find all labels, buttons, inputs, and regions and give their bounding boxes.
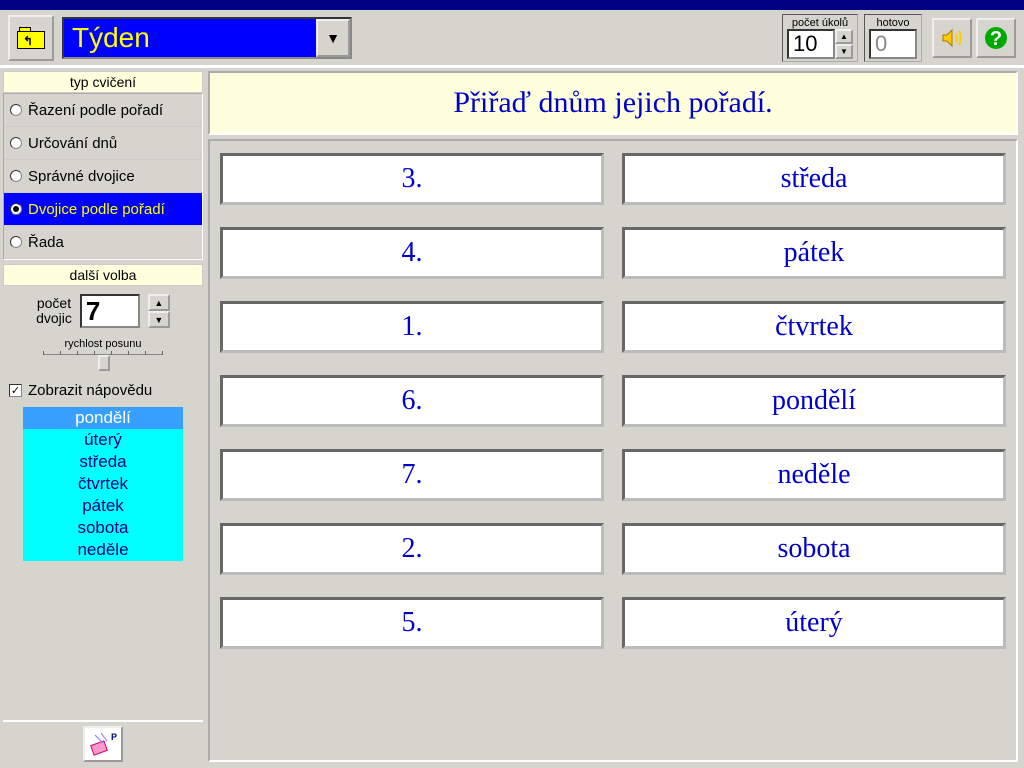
help-icon: ? <box>983 25 1009 51</box>
speaker-icon <box>940 26 964 50</box>
eraser-button[interactable]: P <box>83 726 123 762</box>
pair-number-card[interactable]: 1. <box>220 301 604 353</box>
topic-dropdown[interactable]: Týden ▼ <box>62 17 352 59</box>
done-label: hotovo <box>876 17 909 29</box>
checkbox-icon[interactable]: ✓ <box>9 384 22 397</box>
radio-icon <box>10 203 22 215</box>
exercise-type-option[interactable]: Určování dnů <box>4 127 202 160</box>
exercise-type-label: Správné dvojice <box>28 168 135 185</box>
hint-row[interactable]: úterý <box>23 429 183 451</box>
pair-number-card[interactable]: 6. <box>220 375 604 427</box>
toolbar: ↰ Týden ▼ počet úkolů 10 ▲ ▼ hotovo 0 ? <box>0 10 1024 68</box>
pair-day-card[interactable]: úterý <box>622 597 1006 649</box>
hint-table: pondělíúterýstředačtvrtekpáteksobotanedě… <box>23 407 183 561</box>
pair-day-card[interactable]: středa <box>622 153 1006 205</box>
exercise-type-option[interactable]: Správné dvojice <box>4 160 202 193</box>
pairs-panel: 3. středa 4. pátek 1. čtvrtek 6. pondělí 7. neděl… <box>208 139 1018 762</box>
sound-button[interactable] <box>932 18 972 58</box>
hint-row[interactable]: pátek <box>23 495 183 517</box>
exercise-type-label: Řazení podle pořadí <box>28 102 163 119</box>
show-hint-checkbox-row[interactable]: ✓ Zobrazit nápovědu <box>3 376 203 405</box>
show-hint-label: Zobrazit nápovědu <box>28 382 152 399</box>
tasks-counter: počet úkolů 10 ▲ ▼ <box>782 14 858 62</box>
exercise-type-option[interactable]: Řada <box>4 226 202 259</box>
pair-day-card[interactable]: pátek <box>622 227 1006 279</box>
speed-label: rychlost posunu <box>3 338 203 350</box>
hint-row[interactable]: neděle <box>23 539 183 561</box>
spinner-down-icon[interactable]: ▼ <box>835 44 853 59</box>
pair-day-card[interactable]: čtvrtek <box>622 301 1006 353</box>
hint-row[interactable]: čtvrtek <box>23 473 183 495</box>
pair-day-card[interactable]: pondělí <box>622 375 1006 427</box>
hint-row[interactable]: sobota <box>23 517 183 539</box>
tasks-spinner[interactable]: ▲ ▼ <box>835 29 853 59</box>
chevron-down-icon[interactable]: ▼ <box>316 19 350 57</box>
speed-slider-group: rychlost posunu <box>3 336 203 376</box>
done-input: 0 <box>869 29 917 59</box>
svg-text:P: P <box>111 732 117 742</box>
speed-slider[interactable] <box>43 354 163 370</box>
up-folder-button[interactable]: ↰ <box>8 15 54 61</box>
content-area: Přiřaď dnům jejich pořadí. 3. středa 4. pát… <box>206 68 1024 765</box>
pairs-counter: počet dvojic 7 ▲ ▼ <box>3 286 203 336</box>
radio-icon <box>10 170 22 182</box>
exercise-type-option[interactable]: Řazení podle pořadí <box>4 94 202 127</box>
hint-row[interactable]: pondělí <box>23 407 183 429</box>
other-option-title: další volba <box>3 264 203 286</box>
pair-number-card[interactable]: 3. <box>220 153 604 205</box>
titlebar <box>0 0 1024 10</box>
tasks-input[interactable]: 10 <box>787 29 835 59</box>
pair-number-card[interactable]: 4. <box>220 227 604 279</box>
pair-day-card[interactable]: neděle <box>622 449 1006 501</box>
help-button[interactable]: ? <box>976 18 1016 58</box>
pair-number-card[interactable]: 2. <box>220 523 604 575</box>
exercise-type-option[interactable]: Dvojice podle pořadí <box>4 193 202 226</box>
done-counter: hotovo 0 <box>864 14 922 62</box>
tasks-label: počet úkolů <box>792 17 848 29</box>
exercise-type-label: Dvojice podle pořadí <box>28 201 165 218</box>
pairs-input[interactable]: 7 <box>80 294 140 328</box>
exercise-type-label: Určování dnů <box>28 135 117 152</box>
hint-row[interactable]: středa <box>23 451 183 473</box>
exercise-type-list: Řazení podle pořadí Určování dnů Správné d… <box>3 93 203 260</box>
radio-icon <box>10 137 22 149</box>
sidebar-bottom: P <box>3 720 203 762</box>
spinner-up-icon[interactable]: ▲ <box>148 294 170 311</box>
radio-icon <box>10 104 22 116</box>
exercise-type-label: Řada <box>28 234 64 251</box>
pairs-spinner[interactable]: ▲ ▼ <box>148 294 170 328</box>
exercise-type-title: typ cvičení <box>3 71 203 93</box>
pair-day-card[interactable]: sobota <box>622 523 1006 575</box>
spinner-down-icon[interactable]: ▼ <box>148 311 170 328</box>
slider-thumb[interactable] <box>98 355 110 371</box>
topic-title: Týden <box>64 22 316 54</box>
instruction-text: Přiřaď dnům jejich pořadí. <box>208 71 1018 135</box>
pair-number-card[interactable]: 7. <box>220 449 604 501</box>
radio-icon <box>10 236 22 248</box>
eraser-icon: P <box>89 731 117 757</box>
folder-up-icon: ↰ <box>17 27 45 49</box>
spinner-up-icon[interactable]: ▲ <box>835 29 853 44</box>
pair-number-card[interactable]: 5. <box>220 597 604 649</box>
sidebar: typ cvičení Řazení podle pořadí Určování … <box>0 68 206 765</box>
svg-text:?: ? <box>990 28 1002 50</box>
pairs-label: počet dvojic <box>36 296 72 327</box>
